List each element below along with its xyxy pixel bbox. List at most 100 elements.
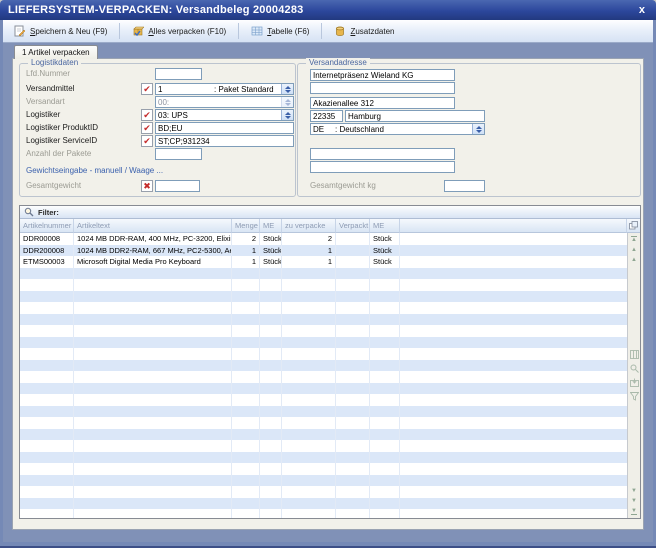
table-row-empty[interactable]: [20, 509, 627, 518]
cell-empty: [282, 348, 336, 360]
produktid-confirm-icon[interactable]: ✔: [141, 122, 153, 134]
filter-bar[interactable]: Filter:: [20, 206, 640, 219]
table-row-empty[interactable]: [20, 291, 627, 303]
cell-filler: [400, 256, 627, 268]
filter-funnel-icon[interactable]: [630, 392, 639, 401]
pack-all-button[interactable]: Alles verpacken (F10): [125, 22, 233, 40]
table-row-empty[interactable]: [20, 394, 627, 406]
cell-empty: [282, 302, 336, 314]
table-row[interactable]: DDR200008 1024 MB DDR2-RAM, 667 MHz, PC2…: [20, 245, 627, 257]
col-artikeltext[interactable]: Artikeltext: [74, 219, 232, 233]
view-columns-icon[interactable]: [630, 350, 639, 359]
search-icon: [24, 207, 34, 217]
serviceid-input[interactable]: [155, 135, 294, 147]
cell-empty: [400, 394, 627, 406]
table-row-empty[interactable]: [20, 337, 627, 349]
produktid-input[interactable]: [155, 122, 294, 134]
adresse-zusatz2-input[interactable]: [310, 161, 455, 173]
nav-page-up-icon[interactable]: ▲: [631, 247, 637, 253]
gesamtgewicht-remove-icon[interactable]: ✖: [141, 180, 153, 192]
adresse-name2-input[interactable]: [310, 82, 455, 94]
nav-page-down-icon[interactable]: ▼: [631, 498, 637, 504]
logistiker-confirm-icon[interactable]: ✔: [141, 109, 153, 121]
table-row-empty[interactable]: [20, 360, 627, 372]
nav-first-icon[interactable]: ▲: [631, 236, 637, 243]
tab-artikel-verpacken[interactable]: 1 Artikel verpacken: [14, 45, 98, 59]
cell-empty: [260, 279, 282, 291]
table-row-empty[interactable]: [20, 279, 627, 291]
adresse-name1-input[interactable]: [310, 69, 455, 81]
anzahl-pakete-input[interactable]: [155, 148, 202, 160]
table-row-empty[interactable]: [20, 475, 627, 487]
cell-empty: [400, 279, 627, 291]
cell-empty: [20, 417, 74, 429]
table-row-empty[interactable]: [20, 268, 627, 280]
table-row-empty[interactable]: [20, 348, 627, 360]
adresse-land-combo[interactable]: DE : Deutschland: [310, 123, 485, 135]
table-row-empty[interactable]: [20, 302, 627, 314]
versandmittel-confirm-icon[interactable]: ✔: [141, 83, 153, 95]
table-row-empty[interactable]: [20, 429, 627, 441]
cell-empty: [370, 302, 400, 314]
dropdown-arrows-icon[interactable]: [281, 110, 293, 120]
col-verpackt[interactable]: Verpackt: [336, 219, 370, 233]
lfd-nummer-input[interactable]: [155, 68, 202, 80]
cell-empty: [336, 509, 370, 518]
gesamtgewicht-kg-input[interactable]: [444, 180, 485, 192]
col-me2[interactable]: ME: [370, 219, 400, 233]
table-row[interactable]: DDR00008 1024 MB DDR-RAM, 400 MHz, PC-32…: [20, 233, 627, 245]
table-row-empty[interactable]: [20, 417, 627, 429]
gesamtgewicht-input[interactable]: [155, 180, 200, 192]
dropdown-arrows-icon[interactable]: [472, 124, 484, 134]
cell-empty: [260, 291, 282, 303]
table-body: DDR00008 1024 MB DDR-RAM, 400 MHz, PC-32…: [20, 233, 627, 518]
col-menge[interactable]: Menge: [232, 219, 260, 233]
cell-empty: [336, 337, 370, 349]
cell-empty: [20, 406, 74, 418]
col-artikelnummer[interactable]: Artikelnummer: [20, 219, 74, 233]
cell-filler: [400, 233, 627, 245]
cell-empty: [232, 348, 260, 360]
col-me[interactable]: ME: [260, 219, 282, 233]
save-new-button[interactable]: Speichern & Neu (F9): [7, 22, 114, 40]
cell-empty: [400, 498, 627, 510]
logistiker-combo[interactable]: 03: UPS: [155, 109, 294, 121]
table-button[interactable]: Tabelle (F6): [244, 22, 316, 40]
table-row-empty[interactable]: [20, 498, 627, 510]
nav-down-icon[interactable]: ▼: [631, 488, 637, 494]
dropdown-arrows-icon[interactable]: [281, 84, 293, 94]
nav-last-icon[interactable]: ▼: [631, 508, 637, 515]
search-icon[interactable]: [630, 364, 639, 373]
export-icon[interactable]: [630, 378, 639, 387]
extra-data-button[interactable]: Zusatzdaten: [327, 22, 401, 40]
cell-empty: [336, 302, 370, 314]
table-row-empty[interactable]: [20, 406, 627, 418]
cell-empty: [336, 360, 370, 372]
adresse-ort-input[interactable]: [345, 110, 485, 122]
table-row-empty[interactable]: [20, 452, 627, 464]
table-row-empty[interactable]: [20, 486, 627, 498]
versandmittel-desc: : Paket Standard: [214, 85, 274, 95]
cell-empty: [74, 291, 232, 303]
table-row-empty[interactable]: [20, 463, 627, 475]
cell-empty: [400, 463, 627, 475]
serviceid-confirm-icon[interactable]: ✔: [141, 135, 153, 147]
cell-empty: [370, 325, 400, 337]
adresse-strasse-input[interactable]: [310, 97, 455, 109]
adresse-zusatz1-input[interactable]: [310, 148, 455, 160]
adresse-plz-input[interactable]: [310, 110, 343, 122]
versandmittel-combo[interactable]: 1 : Paket Standard: [155, 83, 294, 95]
table-row-empty[interactable]: [20, 325, 627, 337]
col-zu-verpacken[interactable]: zu verpacke: [282, 219, 336, 233]
table-row-empty[interactable]: [20, 440, 627, 452]
table-row-empty[interactable]: [20, 371, 627, 383]
table-row[interactable]: ETMS00003 Microsoft Digital Media Pro Ke…: [20, 256, 627, 268]
table-row-empty[interactable]: [20, 314, 627, 326]
customize-columns-icon[interactable]: [627, 219, 640, 233]
cell-empty: [260, 383, 282, 395]
table-row-empty[interactable]: [20, 383, 627, 395]
nav-up-icon[interactable]: ▲: [631, 257, 637, 263]
cell-empty: [232, 486, 260, 498]
toolbar-separator: [321, 23, 322, 39]
close-icon[interactable]: x: [636, 4, 648, 16]
